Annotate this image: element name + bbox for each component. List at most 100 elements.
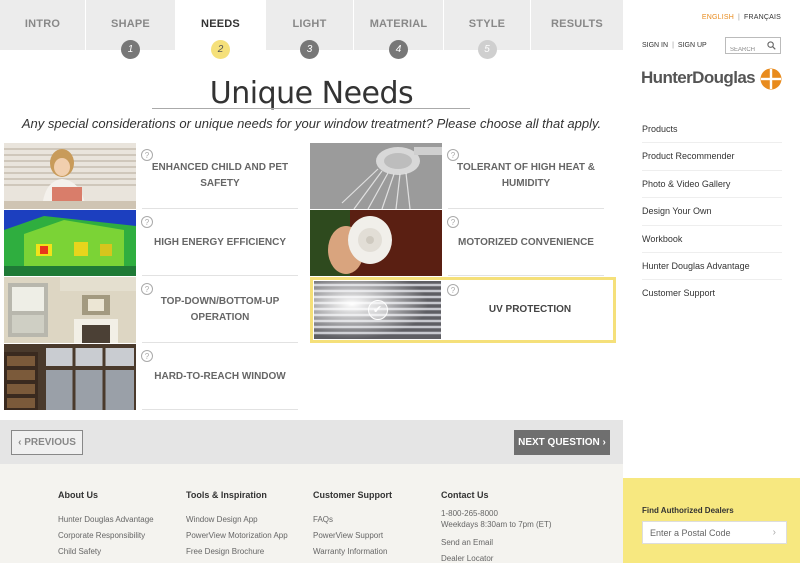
tab-label: INTRO	[24, 18, 61, 30]
footer-link[interactable]: FAQs	[313, 512, 392, 528]
tab-style[interactable]: STYLE 5	[444, 0, 531, 59]
chevron-right-icon[interactable]: ›	[773, 527, 776, 538]
question-nav-bar: ‹ PREVIOUS NEXT QUESTION ›	[0, 420, 623, 464]
footer-link[interactable]: PowerView Motorization App	[186, 528, 288, 544]
footer-heading: Tools & Inspiration	[186, 490, 267, 500]
tab-intro[interactable]: INTRO	[0, 0, 86, 50]
next-question-button[interactable]: NEXT QUESTION ›	[514, 430, 610, 455]
option-motorized[interactable]: ? MOTORIZED CONVENIENCE	[310, 210, 604, 276]
step-tabs: INTRO SHAPE 1 NEEDS 2 LIGHT 3 MATERIAL 4 STY…	[0, 0, 623, 59]
lang-separator: |	[737, 14, 740, 21]
page-subtitle: Any special considerations or unique nee…	[21, 116, 602, 131]
footer-col-support: Customer Support FAQs PowerView Support …	[313, 490, 392, 560]
footer: About Us Hunter Douglas Advantage Corpor…	[0, 464, 623, 563]
footer-link[interactable]: Child Safety	[58, 544, 154, 560]
footer-link[interactable]: Warranty Information	[313, 544, 392, 560]
step-number: 5	[477, 40, 497, 59]
option-label: TOP-DOWN/BOTTOM-UP OPERATION	[160, 296, 280, 323]
living-room-photo	[4, 277, 136, 343]
account-separator: |	[672, 42, 674, 49]
footer-link[interactable]: Free Design Brochure	[186, 544, 288, 560]
tab-label: NEEDS	[201, 18, 240, 30]
step-number: 2	[211, 40, 230, 59]
tab-label: SHAPE	[111, 18, 150, 30]
title-divider	[152, 108, 470, 109]
dealer-heading: Find Authorized Dealers	[642, 506, 734, 515]
option-label: UV PROTECTION	[488, 304, 572, 315]
footer-heading: Customer Support	[313, 490, 393, 500]
sidebar-item-design-your-own[interactable]: Design Your Own	[642, 198, 782, 226]
tab-label: RESULTS	[551, 18, 603, 30]
step-number: 1	[121, 40, 140, 59]
search-icon[interactable]	[767, 41, 776, 50]
brand-logo-icon	[760, 68, 782, 90]
thermal-house-photo	[4, 210, 136, 276]
option-divider	[448, 275, 604, 276]
option-label: HARD-TO-REACH WINDOW	[154, 371, 286, 382]
option-label: TOLERANT OF HIGH HEAT & HUMIDITY	[457, 162, 595, 189]
sidebar-item-gallery[interactable]: Photo & Video Gallery	[642, 171, 782, 199]
sidebar-item-customer-support[interactable]: Customer Support	[642, 280, 782, 307]
previous-button[interactable]: ‹ PREVIOUS	[11, 430, 83, 455]
sidebar-item-products[interactable]: Products	[642, 116, 782, 144]
footer-phone: 1-800-265-8000	[441, 509, 498, 518]
footer-link[interactable]: Send an Email	[441, 535, 552, 551]
footer-link[interactable]: Dealer Locator	[441, 551, 552, 563]
footer-heading: About Us	[58, 490, 98, 500]
child-reading-photo	[4, 143, 136, 209]
option-top-down-bottom-up[interactable]: ? TOP-DOWN/BOTTOM-UP OPERATION	[4, 277, 298, 343]
sidebar-menu: Products Product Recommender Photo & Vid…	[642, 116, 782, 308]
checkmark-icon: ✔	[367, 300, 388, 320]
sidebar-item-workbook[interactable]: Workbook	[642, 226, 782, 253]
brand-logo[interactable]: HunterDouglas	[641, 68, 756, 88]
option-divider	[142, 208, 298, 209]
footer-col-about: About Us Hunter Douglas Advantage Corpor…	[58, 490, 154, 560]
option-divider	[142, 409, 298, 410]
option-label: ENHANCED CHILD AND PET SAFETY	[151, 162, 289, 189]
tall-window-photo	[4, 344, 136, 410]
option-heat-humidity[interactable]: ? TOLERANT OF HIGH HEAT & HUMIDITY	[310, 143, 604, 209]
lang-english[interactable]: ENGLISH	[702, 14, 734, 21]
option-divider	[142, 275, 298, 276]
footer-col-tools: Tools & Inspiration Window Design App Po…	[186, 490, 288, 560]
search-box	[725, 37, 781, 58]
option-label: HIGH ENERGY EFFICIENCY	[153, 237, 287, 248]
option-uv-protection[interactable]: ✔ ? UV PROTECTION	[310, 277, 616, 343]
blinds-sunlight-photo: ✔	[314, 281, 441, 339]
sign-in-link[interactable]: SIGN IN	[642, 42, 668, 49]
tab-material[interactable]: MATERIAL 4	[354, 0, 444, 59]
step-number: 4	[389, 40, 408, 59]
tab-results[interactable]: RESULTS	[531, 0, 623, 50]
option-child-pet-safety[interactable]: ? ENHANCED CHILD AND PET SAFETY	[4, 143, 298, 209]
footer-col-contact: Contact Us 1-800-265-8000 Weekdays 8:30a…	[441, 490, 552, 563]
option-hard-to-reach[interactable]: ? HARD-TO-REACH WINDOW	[4, 344, 298, 410]
option-divider	[142, 342, 298, 343]
account-links: SIGN IN | SIGN UP	[642, 42, 707, 49]
tab-label: MATERIAL	[369, 18, 428, 30]
footer-link[interactable]: Corporate Responsibility	[58, 528, 154, 544]
shower-head-photo	[310, 143, 442, 209]
postal-code-box: ›	[642, 521, 787, 544]
language-switcher: ENGLISH | FRANÇAIS	[702, 14, 781, 21]
option-label: MOTORIZED CONVENIENCE	[458, 237, 594, 248]
sign-up-link[interactable]: SIGN UP	[678, 42, 707, 49]
footer-link[interactable]: Window Design App	[186, 512, 288, 528]
tab-label: LIGHT	[292, 18, 327, 30]
step-number: 3	[300, 40, 319, 59]
footer-link[interactable]: PowerView Support	[313, 528, 392, 544]
tab-shape[interactable]: SHAPE 1	[86, 0, 176, 59]
footer-link[interactable]: Hunter Douglas Advantage	[58, 512, 154, 528]
remote-control-photo	[310, 210, 442, 276]
lang-french[interactable]: FRANÇAIS	[744, 14, 781, 21]
dealer-finder: Find Authorized Dealers ›	[623, 478, 800, 563]
tab-label: STYLE	[468, 18, 506, 30]
footer-heading: Contact Us	[441, 490, 489, 500]
postal-code-input[interactable]	[643, 522, 763, 543]
sidebar-item-product-recommender[interactable]: Product Recommender	[642, 143, 782, 171]
sidebar-item-advantage[interactable]: Hunter Douglas Advantage	[642, 253, 782, 281]
tab-light[interactable]: LIGHT 3	[266, 0, 354, 59]
tab-needs[interactable]: NEEDS 2	[176, 0, 266, 59]
option-divider	[448, 208, 604, 209]
option-energy-efficiency[interactable]: ? HIGH ENERGY EFFICIENCY	[4, 210, 298, 276]
search-input[interactable]	[726, 42, 766, 58]
